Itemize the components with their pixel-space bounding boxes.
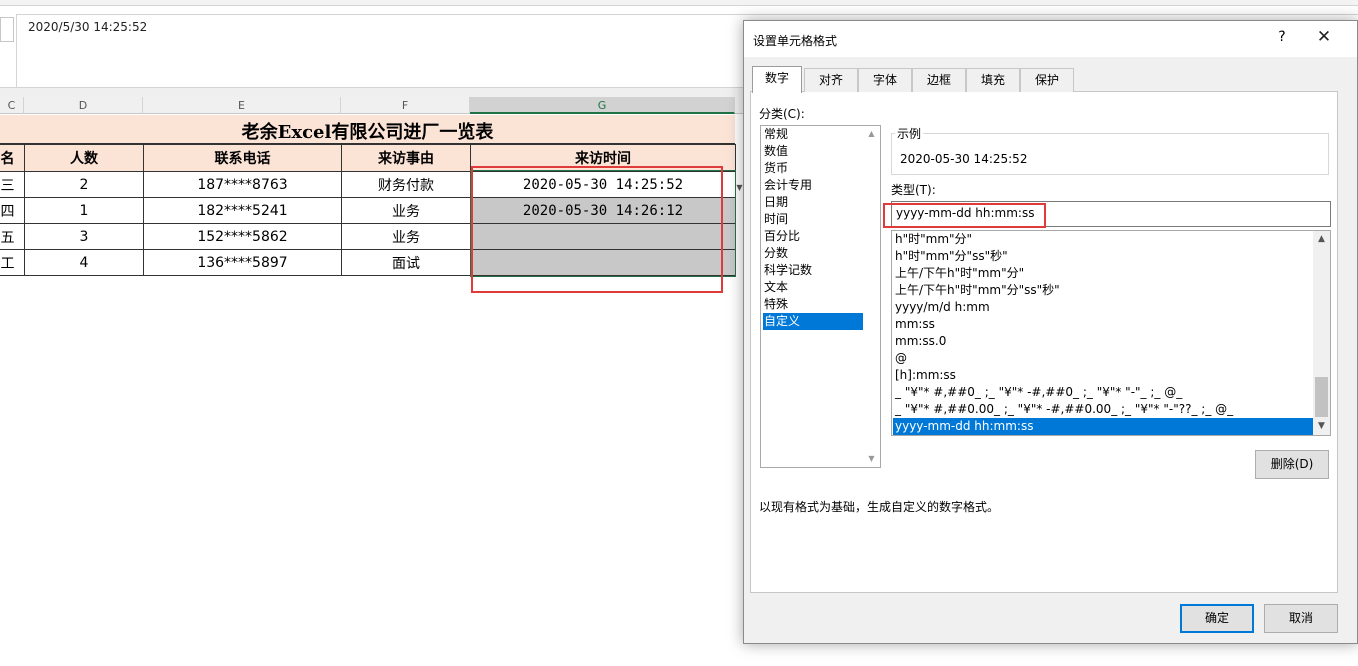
list-item[interactable]: 日期 <box>763 194 864 211</box>
cell[interactable]: 136****5897 <box>143 249 342 276</box>
list-item[interactable]: h"时"mm"分"ss"秒" <box>893 248 1313 265</box>
list-item[interactable]: yyyy/m/d h:mm <box>893 299 1313 316</box>
list-item[interactable]: 会计专用 <box>763 177 864 194</box>
column-header-c[interactable]: C <box>0 97 24 114</box>
name-box[interactable] <box>0 17 14 42</box>
cell[interactable]: 3 <box>24 223 144 250</box>
tab-border[interactable]: 边框 <box>912 68 966 92</box>
column-header-f[interactable]: F <box>341 97 470 114</box>
header-cell[interactable]: 名 <box>0 144 25 172</box>
sheet-title-row[interactable]: 老余Excel有限公司进厂一览表 <box>0 115 735 144</box>
tab-font[interactable]: 字体 <box>858 68 912 92</box>
header-cell[interactable]: 来访事由 <box>341 144 471 172</box>
formula-bar-value: 2020/5/30 14:25:52 <box>28 20 148 34</box>
scroll-up-icon[interactable]: ▲ <box>1313 231 1330 248</box>
column-header-d[interactable]: D <box>24 97 143 114</box>
tab-fill[interactable]: 填充 <box>966 68 1020 92</box>
cell[interactable]: 五 <box>0 223 25 250</box>
cell[interactable]: 业务 <box>341 197 471 224</box>
scroll-down-icon[interactable]: ▼ <box>1313 418 1330 435</box>
tab-number[interactable]: 数字 <box>752 66 802 93</box>
type-list[interactable]: h"时"mm"分" h"时"mm"分"ss"秒" 上午/下午h"时"mm"分" … <box>891 230 1331 436</box>
type-list-scrollbar[interactable]: ▲ ▼ <box>1313 231 1330 435</box>
list-item[interactable]: 时间 <box>763 211 864 228</box>
scroll-down-icon[interactable]: ▼ <box>863 451 880 467</box>
list-item-selected[interactable]: yyyy-mm-dd hh:mm:ss <box>893 418 1313 435</box>
list-item[interactable]: 货币 <box>763 160 864 177</box>
cell[interactable]: 1 <box>24 197 144 224</box>
list-item[interactable]: 数值 <box>763 143 864 160</box>
format-description: 以现有格式为基础，生成自定义的数字格式。 <box>759 500 1000 514</box>
dialog-tabs: 数字 对齐 字体 边框 填充 保护 <box>752 66 1352 93</box>
highlight-box-type <box>883 203 1046 228</box>
close-icon[interactable]: ✕ <box>1311 27 1337 47</box>
tab-alignment[interactable]: 对齐 <box>804 68 858 92</box>
list-item[interactable]: 上午/下午h"时"mm"分" <box>893 265 1313 282</box>
cell[interactable]: 2 <box>24 171 144 198</box>
header-cell[interactable]: 人数 <box>24 144 144 172</box>
cell[interactable]: 业务 <box>341 223 471 250</box>
ribbon-edge <box>0 0 1358 6</box>
list-item-selected[interactable]: 自定义 <box>763 313 864 330</box>
list-item[interactable]: _ "¥"* #,##0_ ;_ "¥"* -#,##0_ ;_ "¥"* "-… <box>893 384 1313 401</box>
list-item[interactable]: mm:ss <box>893 316 1313 333</box>
header-cell[interactable]: 联系电话 <box>143 144 342 172</box>
column-header-e[interactable]: E <box>143 97 341 114</box>
list-item[interactable]: 文本 <box>763 279 864 296</box>
column-header-g[interactable]: G <box>470 97 735 114</box>
dialog-title: 设置单元格格式 <box>753 34 838 48</box>
sample-label: 示例 <box>895 125 924 142</box>
cell[interactable]: 4 <box>24 249 144 276</box>
list-item[interactable]: _ "¥"* #,##0.00_ ;_ "¥"* -#,##0.00_ ;_ "… <box>893 401 1313 418</box>
type-label: 类型(T): <box>891 183 936 197</box>
sample-value: 2020-05-30 14:25:52 <box>900 152 1028 166</box>
scroll-thumb[interactable] <box>1315 377 1328 417</box>
list-item[interactable]: 科学记数 <box>763 262 864 279</box>
column-headers: C D E F G <box>0 97 760 114</box>
list-item[interactable]: mm:ss.0 <box>893 333 1313 350</box>
category-list[interactable]: 常规 数值 货币 会计专用 日期 时间 百分比 分数 科学记数 文本 特殊 自定… <box>760 125 881 468</box>
category-label: 分类(C): <box>759 107 805 121</box>
list-item[interactable]: 特殊 <box>763 296 864 313</box>
list-item[interactable]: 分数 <box>763 245 864 262</box>
tab-protection[interactable]: 保护 <box>1020 68 1074 92</box>
category-scrollbar[interactable]: ▲ ▼ <box>863 126 880 467</box>
list-item[interactable]: 常规 <box>763 126 864 143</box>
list-item[interactable]: h"时"mm"分" <box>893 231 1313 248</box>
cell[interactable]: 四 <box>0 197 25 224</box>
cell[interactable]: 面试 <box>341 249 471 276</box>
delete-button[interactable]: 删除(D) <box>1255 450 1329 479</box>
list-item[interactable]: @ <box>893 350 1313 367</box>
scroll-up-icon[interactable]: ▲ <box>863 126 880 142</box>
cell[interactable]: 工 <box>0 249 25 276</box>
cell[interactable]: 187****8763 <box>143 171 342 198</box>
help-icon[interactable]: ? <box>1272 29 1292 45</box>
list-item[interactable]: 百分比 <box>763 228 864 245</box>
list-item[interactable]: [h]:mm:ss <box>893 367 1313 384</box>
cell[interactable]: 三 <box>0 171 25 198</box>
list-item[interactable]: 上午/下午h"时"mm"分"ss"秒" <box>893 282 1313 299</box>
sheet-title: 老余Excel有限公司进厂一览表 <box>241 122 494 143</box>
format-cells-dialog: 设置单元格格式 ? ✕ 数字 对齐 字体 边框 填充 保护 分类(C): 常规 … <box>743 20 1358 644</box>
cell[interactable]: 182****5241 <box>143 197 342 224</box>
highlight-box-cells <box>471 166 723 293</box>
cell[interactable]: 152****5862 <box>143 223 342 250</box>
cancel-button[interactable]: 取消 <box>1264 604 1338 633</box>
ok-button[interactable]: 确定 <box>1180 604 1254 633</box>
cell[interactable]: 财务付款 <box>341 171 471 198</box>
